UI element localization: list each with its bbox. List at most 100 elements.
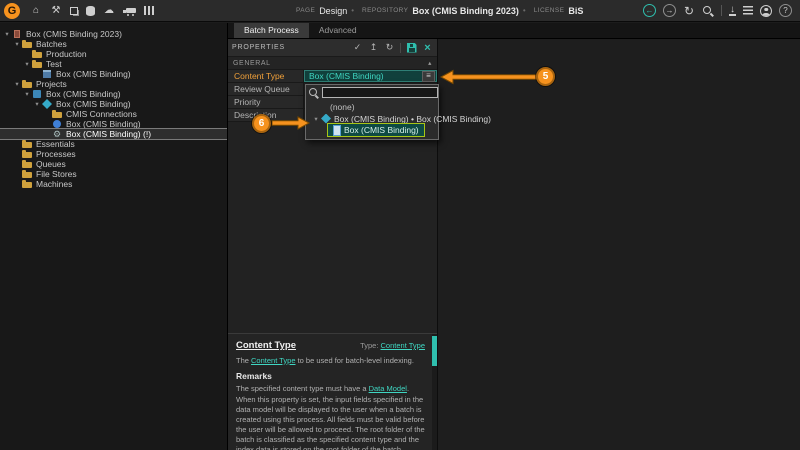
properties-pane: PROPERTIES ✓ ↥ ↻ × GENERAL ▴ xyxy=(228,39,438,450)
tree-item-essentials[interactable]: Essentials xyxy=(0,139,227,149)
main-panel: Batch Process Advanced PROPERTIES ✓ ↥ ↻ … xyxy=(228,23,800,450)
dropdown-item-label: Box (CMIS Binding) xyxy=(344,125,419,135)
summary-text: The xyxy=(236,356,251,365)
tree-item-batches[interactable]: ▾ Batches xyxy=(0,39,227,49)
close-icon[interactable]: × xyxy=(422,42,433,54)
type-link[interactable]: Content Type xyxy=(381,341,425,350)
content-area: ▾ Box (CMIS Binding 2023) ▾ Batches Prod… xyxy=(0,23,800,450)
save-icon[interactable] xyxy=(407,43,417,53)
section-header-general[interactable]: GENERAL ▴ xyxy=(228,57,437,70)
tree-item-projects[interactable]: ▾ Projects xyxy=(0,79,227,89)
delivery-icon[interactable] xyxy=(126,8,136,13)
folder-icon xyxy=(22,79,32,89)
content-type-value-cell[interactable]: Box (CMIS Binding) ≡ xyxy=(304,70,437,82)
batch-icon xyxy=(42,69,52,79)
home-icon[interactable]: ⌂ xyxy=(30,5,42,17)
content-type-dropdown: (none) ▾ Box (CMIS Binding) • Box (CMIS … xyxy=(305,84,439,140)
dropdown-search-input[interactable] xyxy=(322,87,438,98)
repository-icon xyxy=(12,29,22,39)
tab-advanced[interactable]: Advanced xyxy=(309,23,367,38)
validate-icon[interactable]: ✓ xyxy=(352,42,363,54)
tree-item-label: CMIS Connections xyxy=(66,109,137,119)
batches-icon[interactable] xyxy=(70,7,78,15)
download-icon[interactable]: ↓ xyxy=(729,5,736,16)
repository-value[interactable]: Box (CMIS Binding 2023) xyxy=(412,6,519,16)
page-value[interactable]: Design xyxy=(319,6,347,16)
scrollbar-thumb[interactable] xyxy=(432,336,437,366)
folder-icon xyxy=(32,59,42,69)
page-label: PAGE xyxy=(296,7,315,14)
tree-item-production[interactable]: Production xyxy=(0,49,227,59)
tree-item-label: Processes xyxy=(36,149,76,159)
data-model-link[interactable]: Data Model xyxy=(369,384,407,393)
tree-item-batch-process-selected[interactable]: Box (CMIS Binding) (!) xyxy=(0,129,227,139)
content-type-link[interactable]: Content Type xyxy=(251,356,295,365)
cloud-icon[interactable]: ☁ xyxy=(103,5,115,17)
expander-icon[interactable]: ▾ xyxy=(33,100,41,108)
tree-item-label: Queues xyxy=(36,159,66,169)
remarks-text: The specified content type must have a D… xyxy=(236,384,425,450)
import-icon[interactable]: ↥ xyxy=(368,42,379,54)
content-model-icon xyxy=(42,99,52,109)
property-row-content-type[interactable]: Content Type Box (CMIS Binding) ≡ xyxy=(228,70,437,83)
history-icon[interactable]: ↻ xyxy=(384,42,395,54)
tab-batch-process[interactable]: Batch Process xyxy=(234,23,309,38)
expander-icon[interactable]: ▾ xyxy=(312,115,320,123)
tree-item-repository[interactable]: ▾ Box (CMIS Binding 2023) xyxy=(0,29,227,39)
content-model-icon xyxy=(321,114,331,124)
tree-item-label: Box (CMIS Binding) xyxy=(66,119,141,129)
help-icon[interactable]: ? xyxy=(779,4,792,17)
crumb-separator: • xyxy=(523,6,526,15)
step-badge-5: 5 xyxy=(536,67,555,86)
type-label: Type: xyxy=(360,341,378,350)
step-badge-6: 6 xyxy=(252,114,271,133)
collapse-icon[interactable]: ▴ xyxy=(428,59,432,67)
dropdown-menu-button[interactable]: ≡ xyxy=(422,71,435,82)
tree-item-test[interactable]: ▾ Test xyxy=(0,59,227,69)
project-icon xyxy=(32,89,42,99)
tree-item-file-stores[interactable]: File Stores xyxy=(0,169,227,179)
dropdown-item-none[interactable]: (none) xyxy=(306,102,438,113)
expander-icon[interactable]: ▾ xyxy=(23,60,31,68)
app-window: G ⌂ ⚒ ☁ PAGE Design • REPOSITORY Box (CM… xyxy=(0,0,800,450)
property-label: Review Queue xyxy=(228,83,304,95)
tree-item-queues[interactable]: Queues xyxy=(0,159,227,169)
database-icon[interactable] xyxy=(86,6,95,16)
help-title: Content Type xyxy=(236,340,296,353)
tree-item-machines[interactable]: Machines xyxy=(0,179,227,189)
tree-item-cmis-repository[interactable]: Box (CMIS Binding) xyxy=(0,119,227,129)
gear-icon xyxy=(52,129,62,139)
folder-icon xyxy=(52,109,62,119)
tree-item-label: Production xyxy=(46,49,87,59)
folder-icon xyxy=(22,39,32,49)
tree-item-batch[interactable]: Box (CMIS Binding) xyxy=(0,69,227,79)
refresh-icon[interactable]: ↻ xyxy=(683,5,695,17)
remarks-text-part: The specified content type must have a xyxy=(236,384,369,393)
property-label: Priority xyxy=(228,96,304,108)
layers-icon[interactable] xyxy=(743,6,753,15)
tree-item-processes[interactable]: Processes xyxy=(0,149,227,159)
search-icon[interactable] xyxy=(702,5,714,17)
stats-icon[interactable] xyxy=(144,6,154,15)
account-icon[interactable] xyxy=(760,5,772,17)
tree-item-content-model[interactable]: ▾ Box (CMIS Binding) xyxy=(0,99,227,109)
dropdown-item-selected[interactable]: Box (CMIS Binding) xyxy=(328,124,424,136)
help-scrollbar[interactable] xyxy=(432,334,437,450)
properties-toolbar: PROPERTIES ✓ ↥ ↻ × xyxy=(228,39,437,57)
topbar-actions: ← → ↻ ↓ ? xyxy=(643,4,792,17)
top-bar: G ⌂ ⚒ ☁ PAGE Design • REPOSITORY Box (CM… xyxy=(0,0,800,22)
tools-icon[interactable]: ⚒ xyxy=(50,5,62,17)
back-icon[interactable]: ← xyxy=(643,4,656,17)
dropdown-item-content-model[interactable]: ▾ Box (CMIS Binding) • Box (CMIS Binding… xyxy=(306,113,438,124)
expander-icon[interactable]: ▾ xyxy=(23,90,31,98)
tree-item-label: Essentials xyxy=(36,139,75,149)
forward-icon[interactable]: → xyxy=(663,4,676,17)
expander-icon[interactable]: ▾ xyxy=(3,30,11,38)
tree-item-cmis-connections[interactable]: CMIS Connections xyxy=(0,109,227,119)
expander-icon[interactable]: ▾ xyxy=(13,80,21,88)
folder-icon xyxy=(22,139,32,149)
main-toolbar: ⌂ ⚒ ☁ xyxy=(30,5,154,17)
tree-item-label: Box (CMIS Binding) (!) xyxy=(66,129,151,139)
expander-icon[interactable]: ▾ xyxy=(13,40,21,48)
tree-item-project[interactable]: ▾ Box (CMIS Binding) xyxy=(0,89,227,99)
